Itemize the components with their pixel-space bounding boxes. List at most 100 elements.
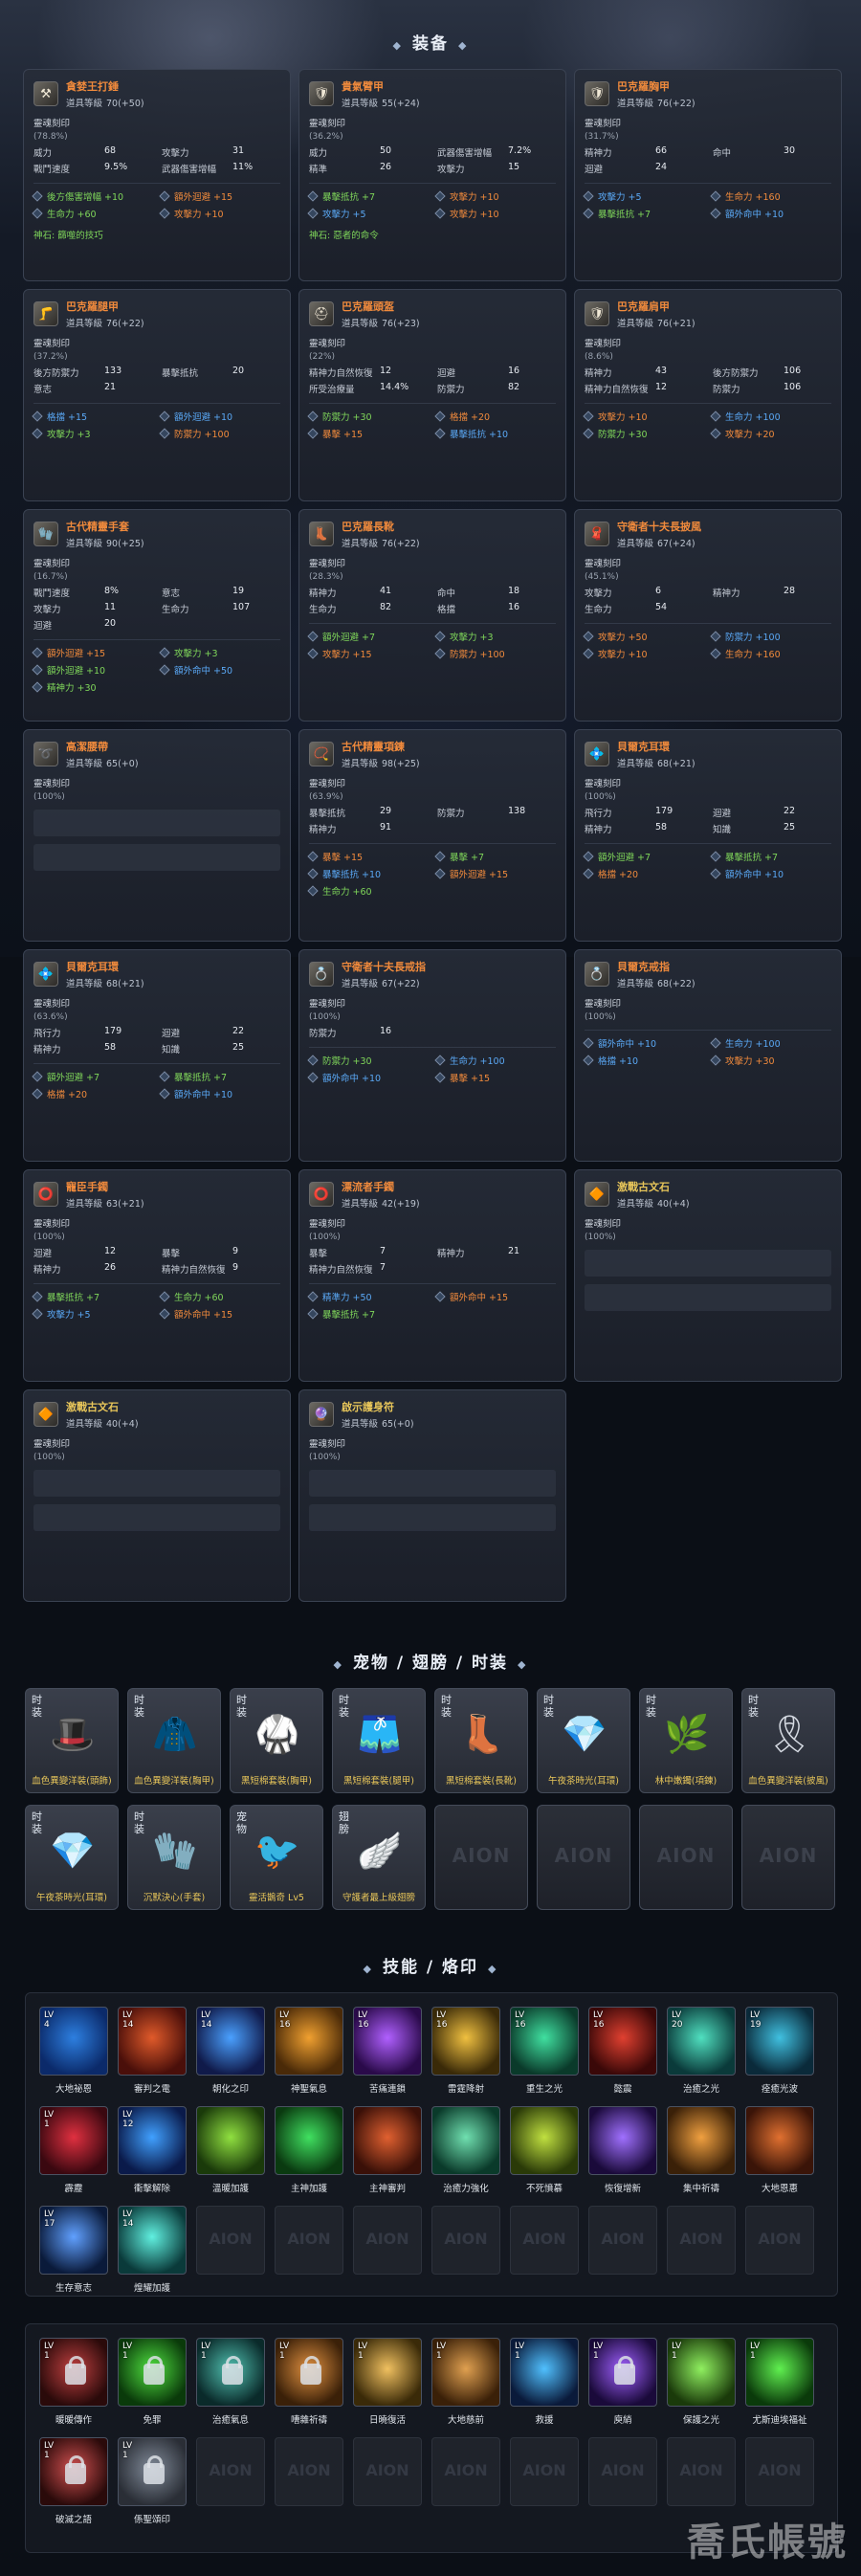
equipment-card[interactable]: 💠 貝爾克耳環 道具等級 68(+21) 靈魂刻印 (100%) 飛行力 179 迴避 22 精神力… — [574, 729, 842, 942]
skill-slot[interactable]: LV 16 苦痛連鎖 — [353, 2007, 422, 2099]
manastone-slot[interactable]: 攻擊力 +5 — [583, 189, 704, 203]
equipment-card[interactable]: 🧤 古代精靈手套 道具等級 90(+25) 靈魂刻印 (16.7%) 戰鬥速度 8% 意志 19 攻… — [23, 509, 291, 722]
manastone-slot[interactable]: 生命力 +60 — [32, 207, 153, 220]
skill-slot[interactable]: LV 16 雷霆降射 — [431, 2007, 500, 2099]
skill-slot[interactable]: LV 1 暖暖傳作 — [39, 2338, 108, 2430]
manastone-slot[interactable]: 攻擊力 +10 — [583, 410, 704, 423]
manastone-slot[interactable]: 防禦力 +30 — [307, 410, 429, 423]
manastone-slot[interactable]: 額外迴避 +15 — [32, 646, 153, 659]
equipment-card[interactable]: ➰ 高潔腰帶 道具等級 65(+0) 靈魂刻印 (100%) — [23, 729, 291, 942]
manastone-slot[interactable]: 暴擊抵抗 +7 — [159, 1070, 280, 1083]
manastone-slot[interactable]: 暴擊 +15 — [307, 850, 429, 863]
manastone-slot[interactable]: 後方傷害增幅 +10 — [32, 189, 153, 203]
skill-slot[interactable]: 集中祈禱 — [667, 2106, 736, 2198]
skill-slot[interactable]: 恢復增新 — [588, 2106, 657, 2198]
manastone-slot[interactable]: 生命力 +160 — [710, 647, 831, 660]
manastone-slot[interactable]: 暴擊 +7 — [434, 850, 556, 863]
manastone-slot[interactable]: 額外命中 +15 — [434, 1290, 556, 1303]
equipment-card[interactable]: 💍 守衛者十夫長戒指 道具等級 67(+22) 靈魂刻印 (100%) 防禦力 16 防禦力 +… — [298, 949, 566, 1162]
costume-slot[interactable]: 时装 🩳 黑短棉套裝(腿甲) — [332, 1688, 426, 1793]
manastone-slot[interactable]: 攻擊力 +50 — [583, 630, 704, 643]
manastone-slot[interactable]: 格擋 +20 — [583, 867, 704, 880]
manastone-slot[interactable]: 暴擊抵抗 +7 — [307, 189, 429, 203]
skill-slot[interactable]: LV 20 治癒之光 — [667, 2007, 736, 2099]
equipment-card[interactable]: 👢 巴克羅長靴 道具等級 76(+22) 靈魂刻印 (28.3%) 精神力 41 命中 18 生命力… — [298, 509, 566, 722]
skill-slot[interactable]: LV 1 破滅之語 — [39, 2437, 108, 2529]
manastone-slot[interactable]: 生命力 +160 — [710, 189, 831, 203]
manastone-slot[interactable]: 攻擊力 +10 — [434, 207, 556, 220]
manastone-slot[interactable]: 生命力 +60 — [159, 1290, 280, 1303]
manastone-slot[interactable]: 格擋 +15 — [32, 410, 153, 423]
manastone-slot[interactable]: 暴擊抵抗 +10 — [434, 427, 556, 440]
costume-slot[interactable]: 时装 🧥 血色異變洋裝(胸甲) — [127, 1688, 221, 1793]
skill-slot[interactable]: LV 14 朝化之印 — [196, 2007, 265, 2099]
manastone-slot[interactable]: 額外命中 +10 — [583, 1036, 704, 1050]
skill-slot[interactable]: 大地恩惠 — [745, 2106, 814, 2198]
skill-slot[interactable]: LV 1 霹靂 — [39, 2106, 108, 2198]
manastone-slot[interactable]: 防禦力 +100 — [434, 647, 556, 660]
costume-slot[interactable]: 时装 💎 午夜茶時光(耳環) — [537, 1688, 630, 1793]
skill-slot[interactable]: LV 12 衝擊解除 — [118, 2106, 187, 2198]
manastone-slot[interactable]: 格擋 +10 — [583, 1054, 704, 1067]
skill-slot[interactable]: LV 1 庾綃 — [588, 2338, 657, 2430]
manastone-slot[interactable]: 攻擊力 +10 — [434, 189, 556, 203]
equipment-card[interactable]: ⚒ 貪婪王打錘 道具等級 70(+50) 靈魂刻印 (78.8%) 威力 68 攻擊力 31 戰鬥速… — [23, 69, 291, 281]
manastone-slot[interactable]: 攻擊力 +30 — [710, 1054, 831, 1067]
manastone-slot[interactable]: 額外迴避 +10 — [159, 410, 280, 423]
manastone-slot[interactable]: 額外命中 +10 — [710, 207, 831, 220]
manastone-slot[interactable]: 攻擊力 +10 — [583, 647, 704, 660]
manastone-slot[interactable]: 攻擊力 +20 — [710, 427, 831, 440]
skill-slot[interactable]: 溫暖加護 — [196, 2106, 265, 2198]
manastone-slot[interactable]: 防禦力 +100 — [159, 427, 280, 440]
skill-slot[interactable]: LV 1 係聖頌印 — [118, 2437, 187, 2529]
skill-slot[interactable]: LV 16 懿震 — [588, 2007, 657, 2099]
equipment-card[interactable]: 💠 貝爾克耳環 道具等級 68(+21) 靈魂刻印 (63.6%) 飛行力 179 迴避 22 精神… — [23, 949, 291, 1162]
costume-slot[interactable]: 时装 🌿 林中嫩鐲(項鍊) — [639, 1688, 733, 1793]
equipment-card[interactable]: 💍 貝爾克戒指 道具等級 68(+22) 靈魂刻印 (100%) 額外命中 +10 生命力 +… — [574, 949, 842, 1162]
equipment-card[interactable]: 🔶 激戰古文石 道具等級 40(+4) 靈魂刻印 (100%) — [574, 1169, 842, 1382]
skill-slot[interactable]: LV 16 神聖氣息 — [275, 2007, 343, 2099]
skill-slot[interactable]: LV 1 日曉復活 — [353, 2338, 422, 2430]
skill-slot[interactable]: LV 16 重生之光 — [510, 2007, 579, 2099]
manastone-slot[interactable]: 防禦力 +100 — [710, 630, 831, 643]
costume-slot[interactable]: 翅膀 🪽 守護者最上級翅膀 — [332, 1805, 426, 1910]
manastone-slot[interactable]: 暴擊抵抗 +7 — [710, 850, 831, 863]
equipment-card[interactable]: 📿 古代精靈項鍊 道具等級 98(+25) 靈魂刻印 (63.9%) 暴擊抵抗 29 防禦力 13… — [298, 729, 566, 942]
equipment-card[interactable]: 🛡 貴氣臂甲 道具等級 55(+24) 靈魂刻印 (36.2%) 威力 50 武器傷害增幅 7.2… — [298, 69, 566, 281]
costume-slot[interactable]: 时装 💎 午夜茶時光(耳環) — [25, 1805, 119, 1910]
manastone-slot[interactable]: 額外迴避 +7 — [583, 850, 704, 863]
skill-slot[interactable]: LV 1 尤斯迪埃福祉 — [745, 2338, 814, 2430]
manastone-slot[interactable]: 精準力 +50 — [307, 1290, 429, 1303]
manastone-slot[interactable]: 暴擊 +15 — [434, 1071, 556, 1084]
manastone-slot[interactable]: 額外迴避 +15 — [434, 867, 556, 880]
equipment-card[interactable]: 🔮 啟示護身符 道具等級 65(+0) 靈魂刻印 (100%) — [298, 1389, 566, 1602]
skill-slot[interactable]: 治癒力強化 — [431, 2106, 500, 2198]
manastone-slot[interactable]: 暴擊抵抗 +7 — [307, 1307, 429, 1321]
manastone-slot[interactable]: 額外迴避 +7 — [32, 1070, 153, 1083]
manastone-slot[interactable]: 格擋 +20 — [32, 1087, 153, 1100]
skill-slot[interactable]: LV 14 審判之電 — [118, 2007, 187, 2099]
manastone-slot[interactable]: 額外迴避 +7 — [307, 630, 429, 643]
skill-slot[interactable]: 不死憤慕 — [510, 2106, 579, 2198]
skill-slot[interactable]: LV 1 保護之光 — [667, 2338, 736, 2430]
manastone-slot[interactable]: 額外命中 +50 — [159, 663, 280, 677]
manastone-slot[interactable]: 生命力 +100 — [434, 1054, 556, 1067]
costume-slot[interactable]: 宠物 🐦 靈活鵲奇 Lv5 — [230, 1805, 323, 1910]
manastone-slot[interactable]: 攻擊力 +3 — [159, 646, 280, 659]
skill-slot[interactable]: LV 17 生存意志 — [39, 2206, 108, 2298]
manastone-slot[interactable]: 暴擊抵抗 +7 — [32, 1290, 153, 1303]
costume-slot[interactable]: 时装 🧤 沉默決心(手套) — [127, 1805, 221, 1910]
manastone-slot[interactable]: 生命力 +100 — [710, 410, 831, 423]
equipment-card[interactable]: 🛡 巴克羅肩甲 道具等級 76(+21) 靈魂刻印 (8.6%) 精神力 43 後方防禦力 106… — [574, 289, 842, 501]
equipment-card[interactable]: ⭕ 寵臣手鐲 道具等級 63(+21) 靈魂刻印 (100%) 迴避 12 暴擊 9 精神力 26 精神… — [23, 1169, 291, 1382]
equipment-card[interactable]: 🔶 激戰古文石 道具等級 40(+4) 靈魂刻印 (100%) — [23, 1389, 291, 1602]
skill-slot[interactable]: LV 1 免罪 — [118, 2338, 187, 2430]
skill-slot[interactable]: 主神加護 — [275, 2106, 343, 2198]
manastone-slot[interactable]: 攻擊力 +5 — [307, 207, 429, 220]
manastone-slot[interactable]: 生命力 +100 — [710, 1036, 831, 1050]
manastone-slot[interactable]: 額外命中 +15 — [159, 1307, 280, 1321]
manastone-slot[interactable]: 額外命中 +10 — [710, 867, 831, 880]
manastone-slot[interactable]: 暴擊 +15 — [307, 427, 429, 440]
skill-slot[interactable]: LV 1 嘈雜祈禱 — [275, 2338, 343, 2430]
costume-slot[interactable]: 时装 👢 黑短棉套裝(長靴) — [434, 1688, 528, 1793]
